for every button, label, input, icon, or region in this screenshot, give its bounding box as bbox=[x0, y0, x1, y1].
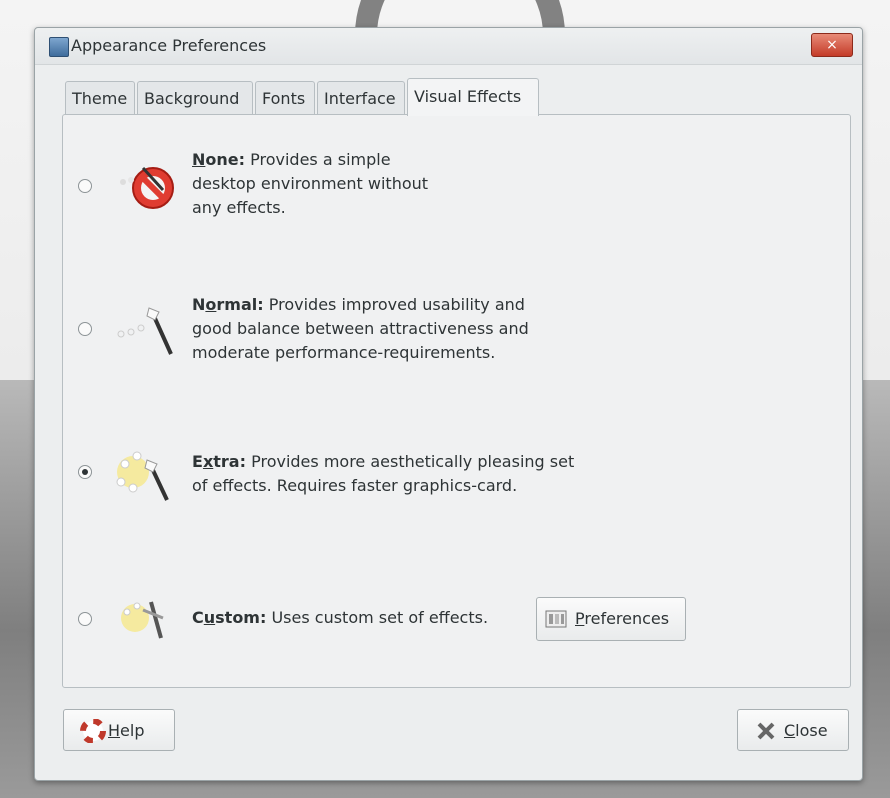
help-lifebuoy-icon bbox=[80, 718, 106, 747]
visual-effects-panel bbox=[62, 114, 851, 688]
preferences-icon bbox=[545, 610, 567, 632]
no-effects-icon bbox=[113, 156, 175, 212]
window-close-button[interactable]: × bbox=[811, 33, 853, 57]
close-button[interactable]: Close bbox=[737, 709, 849, 751]
magic-wand-icon bbox=[113, 300, 175, 356]
magic-wand-sparkles-icon bbox=[111, 446, 173, 502]
app-icon bbox=[49, 37, 69, 57]
tab-theme[interactable]: Theme bbox=[65, 81, 135, 115]
help-button[interactable]: Help bbox=[63, 709, 175, 751]
tab-fonts[interactable]: Fonts bbox=[255, 81, 315, 115]
custom-wand-icon bbox=[113, 588, 175, 644]
option-none-description: None: Provides a simple desktop environm… bbox=[192, 150, 429, 217]
option-normal-description: Normal: Provides improved usability and … bbox=[192, 295, 529, 362]
tab-visual-effects[interactable]: Visual Effects bbox=[407, 78, 539, 116]
preferences-button[interactable]: Preferences bbox=[536, 597, 686, 641]
help-button-label: Help bbox=[108, 721, 145, 740]
option-custom-description: Custom: Uses custom set of effects. bbox=[192, 608, 489, 627]
window-title: Appearance Preferences bbox=[71, 36, 267, 55]
radio-extra[interactable] bbox=[78, 465, 92, 479]
title-bar[interactable]: Appearance Preferences × bbox=[35, 28, 862, 65]
close-button-label: Close bbox=[784, 721, 828, 740]
tab-background[interactable]: Background bbox=[137, 81, 253, 115]
radio-none[interactable] bbox=[78, 179, 92, 193]
radio-normal[interactable] bbox=[78, 322, 92, 336]
tab-interface[interactable]: Interface bbox=[317, 81, 405, 115]
radio-custom[interactable] bbox=[78, 612, 92, 626]
option-extra-description: Extra: Provides more aesthetically pleas… bbox=[192, 452, 575, 495]
close-x-icon bbox=[756, 722, 776, 744]
appearance-preferences-window: Appearance Preferences × Theme Backgroun… bbox=[34, 27, 863, 781]
preferences-button-label: Preferences bbox=[575, 609, 670, 628]
